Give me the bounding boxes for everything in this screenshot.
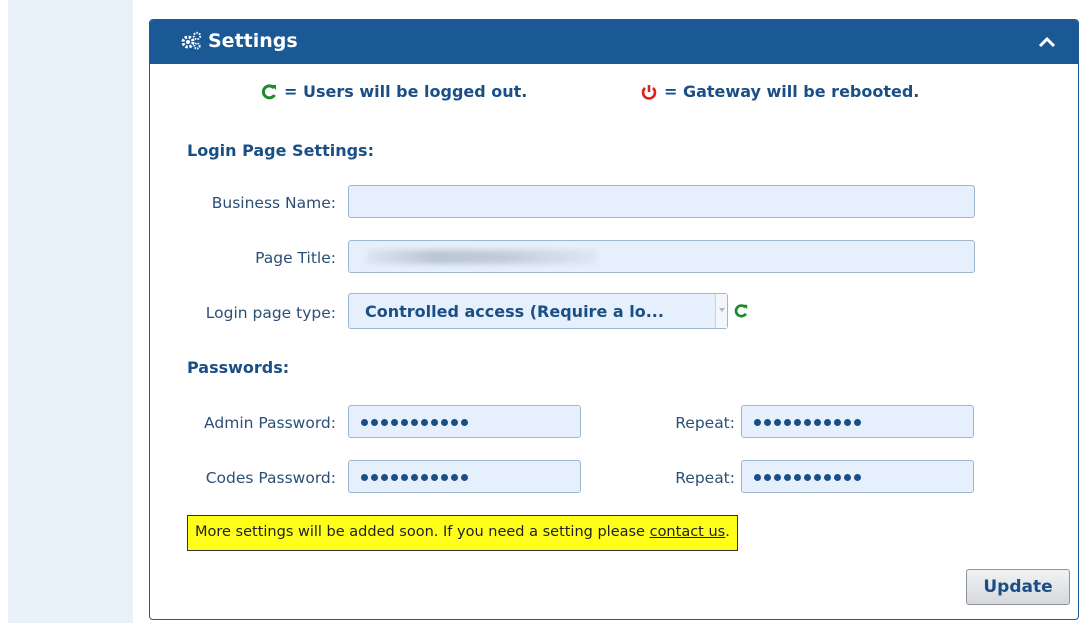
notice-banner: More settings will be added soon. If you… — [187, 515, 738, 551]
contact-us-link[interactable]: contact us — [650, 524, 726, 540]
power-icon — [641, 84, 657, 100]
chevron-up-icon[interactable] — [1036, 33, 1058, 51]
page-title-input[interactable] — [348, 240, 975, 273]
masked-dots — [754, 474, 861, 481]
codes-repeat-label: Repeat: — [675, 469, 735, 487]
page-title-label: Page Title: — [255, 249, 336, 267]
dropdown-arrow-icon[interactable] — [715, 294, 727, 328]
masked-dots — [361, 419, 468, 426]
refresh-icon — [261, 83, 276, 99]
admin-password-repeat-input[interactable] — [741, 405, 974, 438]
passwords-section-title: Passwords: — [187, 358, 290, 377]
panel-title: Settings — [180, 30, 298, 52]
admin-repeat-label: Repeat: — [675, 414, 735, 432]
login-type-label: Login page type: — [205, 304, 336, 322]
legend-reboot-text: = Gateway will be rebooted. — [664, 82, 920, 101]
gears-icon — [181, 31, 202, 50]
legend-logout-text: = Users will be logged out. — [284, 82, 528, 101]
admin-password-label: Admin Password: — [204, 414, 336, 432]
blurred-page-title — [367, 250, 597, 264]
legend-logout: = Users will be logged out. — [260, 82, 527, 101]
left-sidebar — [0, 0, 133, 623]
refresh-icon — [734, 304, 748, 318]
codes-password-input[interactable] — [348, 460, 581, 493]
panel-title-text: Settings — [208, 30, 298, 52]
login-type-value: Controlled access (Require a lo... — [365, 302, 664, 321]
codes-password-label: Codes Password: — [205, 469, 336, 487]
sidebar-background — [8, 0, 133, 623]
login-type-select[interactable]: Controlled access (Require a lo... — [348, 293, 728, 329]
notice-text: More settings will be added soon. If you… — [195, 524, 650, 540]
legend-reboot: = Gateway will be rebooted. — [640, 82, 919, 101]
login-section-title: Login Page Settings: — [187, 141, 374, 160]
codes-password-repeat-input[interactable] — [741, 460, 974, 493]
business-name-input[interactable] — [348, 185, 975, 218]
panel-header[interactable]: Settings — [150, 20, 1078, 64]
admin-password-input[interactable] — [348, 405, 581, 438]
masked-dots — [754, 419, 861, 426]
update-button[interactable]: Update — [966, 569, 1070, 605]
settings-panel: Settings = Users will be logged out. = G… — [149, 19, 1079, 620]
notice-suffix: . — [725, 524, 730, 540]
business-name-label: Business Name: — [211, 194, 336, 212]
masked-dots — [361, 474, 468, 481]
